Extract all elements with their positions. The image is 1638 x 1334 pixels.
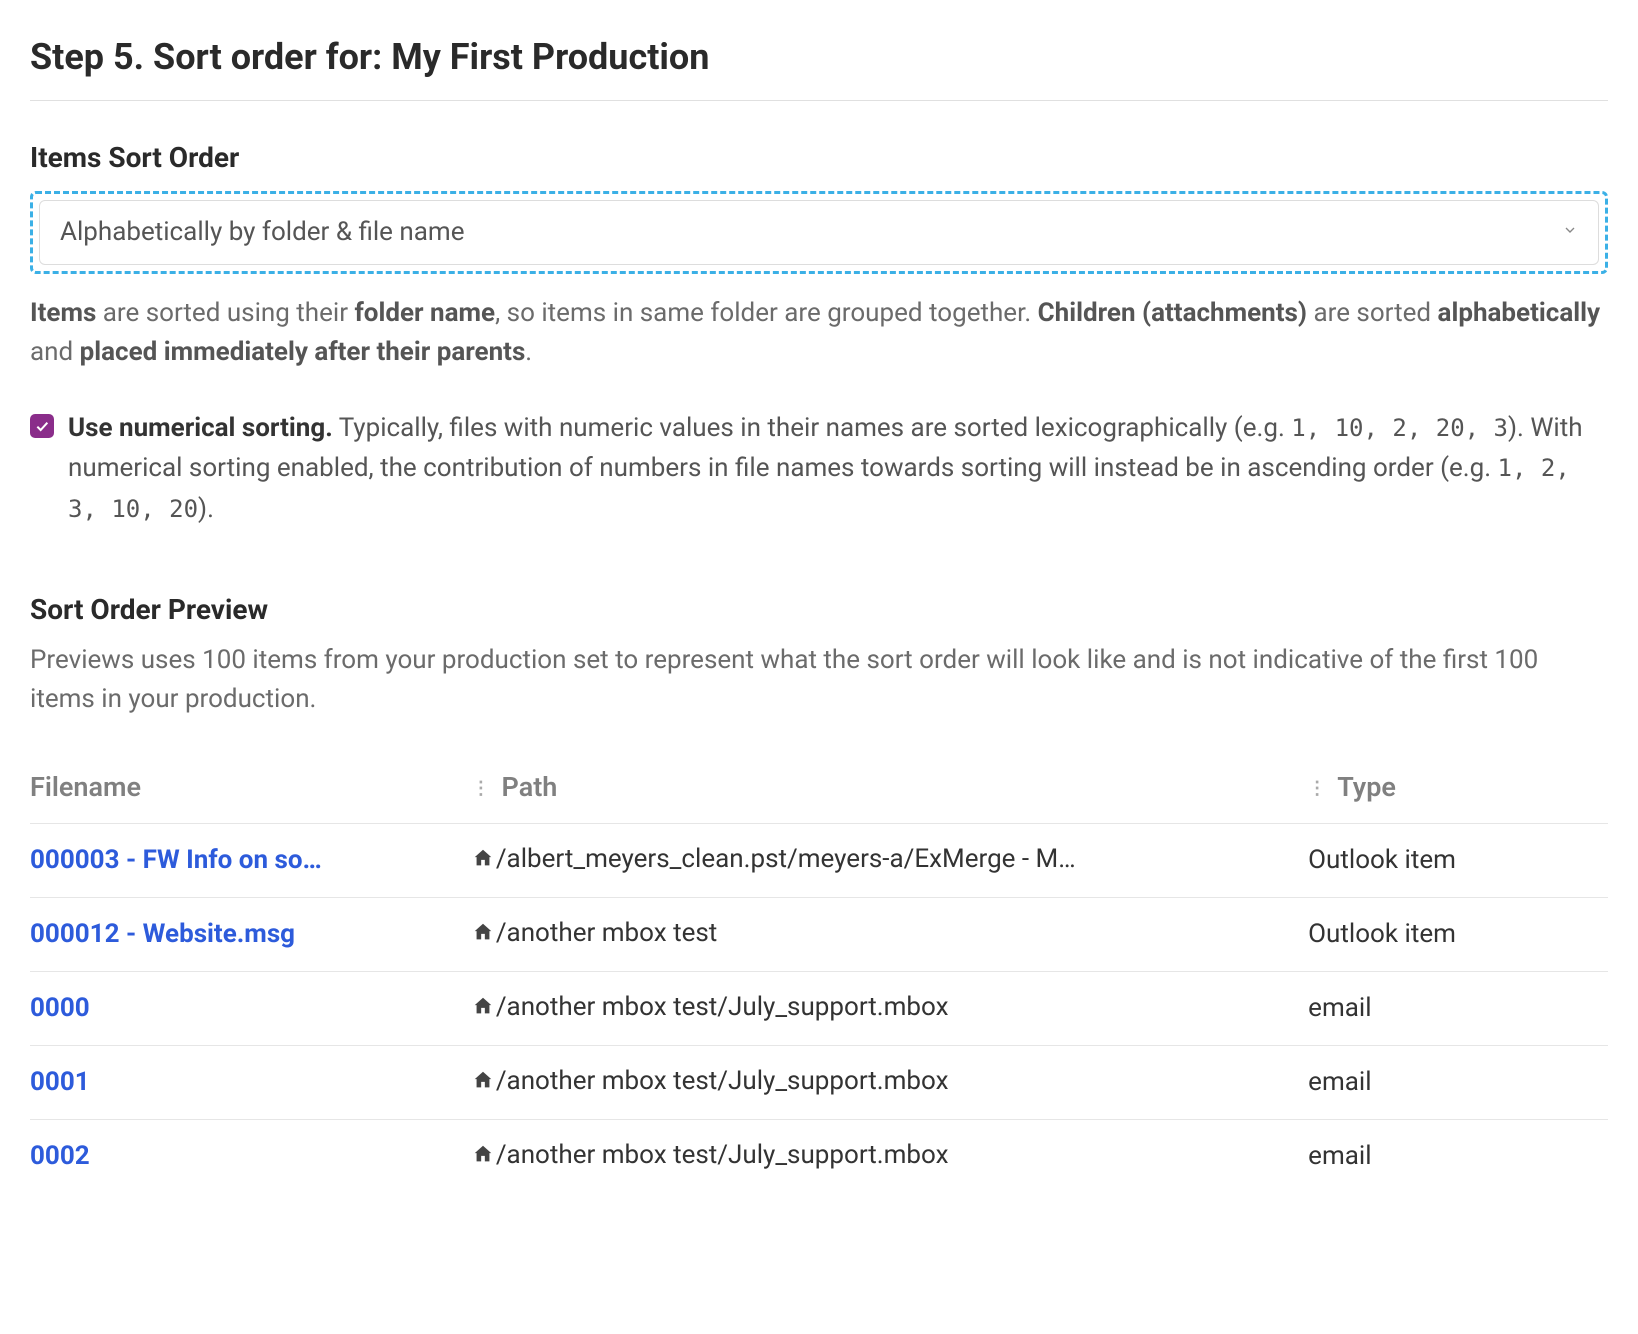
- desc-text: and: [30, 337, 80, 367]
- col-type[interactable]: ⋮ Type: [1308, 755, 1608, 824]
- cell-filename: 000003 - FW Info on so…: [30, 824, 472, 898]
- column-drag-icon[interactable]: ⋮: [472, 785, 489, 793]
- preview-title: Sort Order Preview: [30, 589, 1608, 631]
- path-text: /albert_meyers_clean.pst/meyers-a/ExMerg…: [496, 844, 1076, 874]
- cell-filename: 000012 - Website.msg: [30, 898, 472, 972]
- home-icon: [472, 842, 494, 881]
- cell-filename: 0001: [30, 1046, 472, 1120]
- col-label: Filename: [30, 771, 141, 803]
- cell-path: /another mbox test/July_support.mbox: [472, 1046, 1308, 1120]
- table-row: 0000/another mbox test/July_support.mbox…: [30, 972, 1608, 1046]
- cell-type: email: [1308, 1120, 1608, 1194]
- table-row: 0002/another mbox test/July_support.mbox…: [30, 1120, 1608, 1194]
- cell-path: /another mbox test/July_support.mbox: [472, 972, 1308, 1046]
- cell-type: email: [1308, 972, 1608, 1046]
- home-icon: [472, 1064, 494, 1103]
- filename-link[interactable]: 0002: [30, 1141, 90, 1171]
- sort-order-description: Items are sorted using their folder name…: [30, 294, 1608, 372]
- home-icon: [472, 916, 494, 955]
- numerical-sorting-label: Use numerical sorting. Typically, files …: [68, 408, 1608, 529]
- table-row: 0001/another mbox test/July_support.mbox…: [30, 1046, 1608, 1120]
- desc-bold: Items: [30, 298, 96, 328]
- table-row: 000012 - Website.msg/another mbox test Ou…: [30, 898, 1608, 972]
- numerical-sorting-checkbox[interactable]: [30, 414, 54, 438]
- sort-order-highlight: Alphabetically by folder & file name: [30, 191, 1608, 274]
- desc-text: are sorted: [1307, 298, 1438, 328]
- cell-filename: 0002: [30, 1120, 472, 1194]
- desc-bold: folder name: [355, 298, 496, 328]
- cell-path: /another mbox test/July_support.mbox: [472, 1120, 1308, 1194]
- sort-order-label: Items Sort Order: [30, 137, 1608, 179]
- home-icon: [472, 990, 494, 1029]
- cell-type: Outlook item: [1308, 898, 1608, 972]
- desc-text: , so items in same folder are grouped to…: [495, 298, 1038, 328]
- filename-link[interactable]: 000003 - FW Info on so…: [30, 845, 322, 875]
- desc-text: are sorted using their: [96, 298, 354, 328]
- desc-bold: Children (attachments): [1038, 298, 1307, 328]
- col-label: Path: [502, 771, 558, 803]
- sort-order-select[interactable]: Alphabetically by folder & file name: [39, 200, 1599, 265]
- filename-link[interactable]: 0001: [30, 1067, 90, 1097]
- path-text: /another mbox test/July_support.mbox: [496, 992, 949, 1022]
- col-path[interactable]: ⋮ Path: [472, 755, 1308, 824]
- desc-text: .: [525, 337, 532, 367]
- page-title: Step 5. Sort order for: My First Product…: [30, 30, 1608, 92]
- label-bold: Use numerical sorting.: [68, 413, 333, 443]
- label-text: ).: [198, 494, 214, 524]
- cell-type: Outlook item: [1308, 824, 1608, 898]
- desc-bold: alphabetically: [1438, 298, 1601, 328]
- label-code: 1, 10, 2, 20, 3: [1291, 414, 1508, 442]
- chevron-down-icon: [1562, 219, 1578, 246]
- cell-path: /another mbox test: [472, 898, 1308, 972]
- path-text: /another mbox test/July_support.mbox: [496, 1140, 949, 1170]
- home-icon: [472, 1138, 494, 1177]
- col-label: Type: [1337, 771, 1396, 803]
- cell-type: email: [1308, 1046, 1608, 1120]
- table-header-row: Filename ⋮ Path ⋮ Type: [30, 755, 1608, 824]
- sort-order-selected-value: Alphabetically by folder & file name: [60, 213, 465, 252]
- desc-bold: placed immediately after their parents: [80, 337, 526, 367]
- col-filename[interactable]: Filename: [30, 755, 472, 824]
- column-drag-icon[interactable]: ⋮: [1308, 785, 1325, 793]
- divider: [30, 100, 1608, 101]
- cell-filename: 0000: [30, 972, 472, 1046]
- numerical-sorting-row: Use numerical sorting. Typically, files …: [30, 408, 1608, 529]
- preview-description: Previews uses 100 items from your produc…: [30, 641, 1608, 719]
- filename-link[interactable]: 0000: [30, 993, 90, 1023]
- path-text: /another mbox test: [496, 918, 717, 948]
- table-row: 000003 - FW Info on so… /albert_meyers_cl…: [30, 824, 1608, 898]
- preview-table: Filename ⋮ Path ⋮ Type 000003 - FW Info …: [30, 755, 1608, 1194]
- cell-path: /albert_meyers_clean.pst/meyers-a/ExMerg…: [472, 824, 1308, 898]
- label-text: Typically, files with numeric values in …: [333, 413, 1292, 443]
- path-text: /another mbox test/July_support.mbox: [496, 1066, 949, 1096]
- filename-link[interactable]: 000012 - Website.msg: [30, 919, 295, 949]
